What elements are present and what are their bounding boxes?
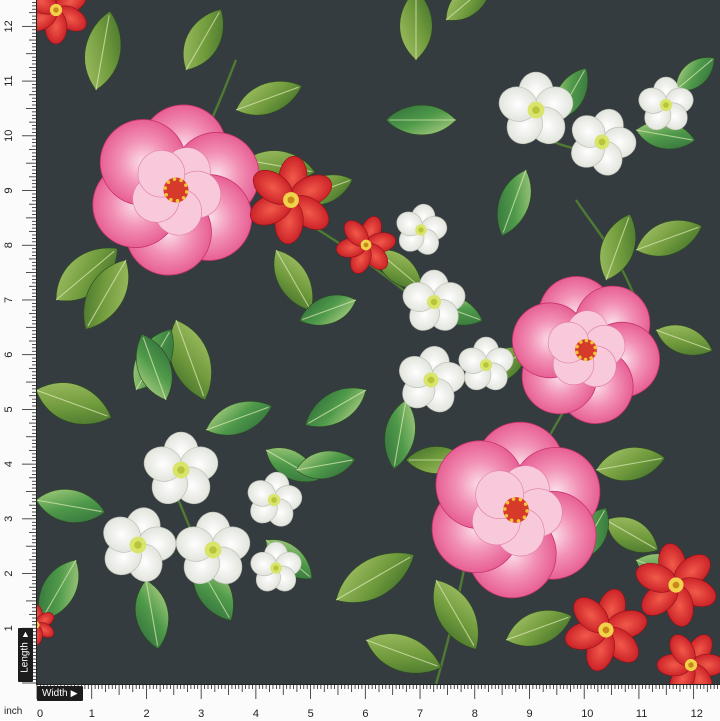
width-ruler-number: 4	[253, 708, 259, 720]
fabric-print-image	[36, 0, 720, 684]
width-ruler-number: 3	[198, 708, 204, 720]
width-ruler-number: 6	[362, 708, 368, 720]
width-label: Width ▶	[37, 686, 84, 701]
width-ruler-number: 12	[691, 708, 703, 720]
length-ruler-number: 11	[3, 75, 15, 86]
length-ruler-number: 12	[3, 20, 15, 32]
length-ruler-number: 8	[3, 242, 15, 248]
width-ruler-number: 10	[581, 708, 593, 720]
width-ruler: 0 1 2 3 4 5 6 7 8 9 10 11 12	[36, 684, 720, 721]
length-ruler-number: 7	[3, 297, 15, 303]
length-ruler-number: 9	[3, 187, 15, 193]
length-label: ▲ Length	[18, 628, 33, 682]
width-ruler-number: 9	[526, 708, 532, 720]
width-ruler-number: 0	[37, 708, 43, 720]
width-ruler-number: 11	[636, 708, 647, 720]
arrow-right-icon: ▶	[70, 688, 78, 698]
width-ruler-number: 8	[472, 708, 478, 720]
width-ruler-number: 5	[308, 708, 314, 720]
width-ruler-number: 1	[89, 708, 95, 720]
length-ruler-number: 5	[3, 406, 15, 412]
length-ruler-number: 4	[3, 461, 15, 467]
length-ruler-number: 6	[3, 352, 15, 358]
length-text: Length	[19, 642, 31, 673]
length-ruler-number: 1	[3, 625, 15, 631]
length-ruler: 12 11 10 9 8 7 6 5 4 3 2 1 ▲ Length	[0, 0, 37, 684]
width-ruler-number: 7	[417, 708, 423, 720]
unit-label: inch	[4, 706, 23, 717]
length-ruler-number: 3	[3, 516, 15, 522]
length-ruler-number: 2	[3, 570, 15, 576]
length-ruler-number: 10	[3, 130, 15, 142]
width-ruler-number: 2	[143, 708, 149, 720]
floral-pattern	[36, 0, 720, 684]
width-text: Width	[42, 688, 68, 699]
